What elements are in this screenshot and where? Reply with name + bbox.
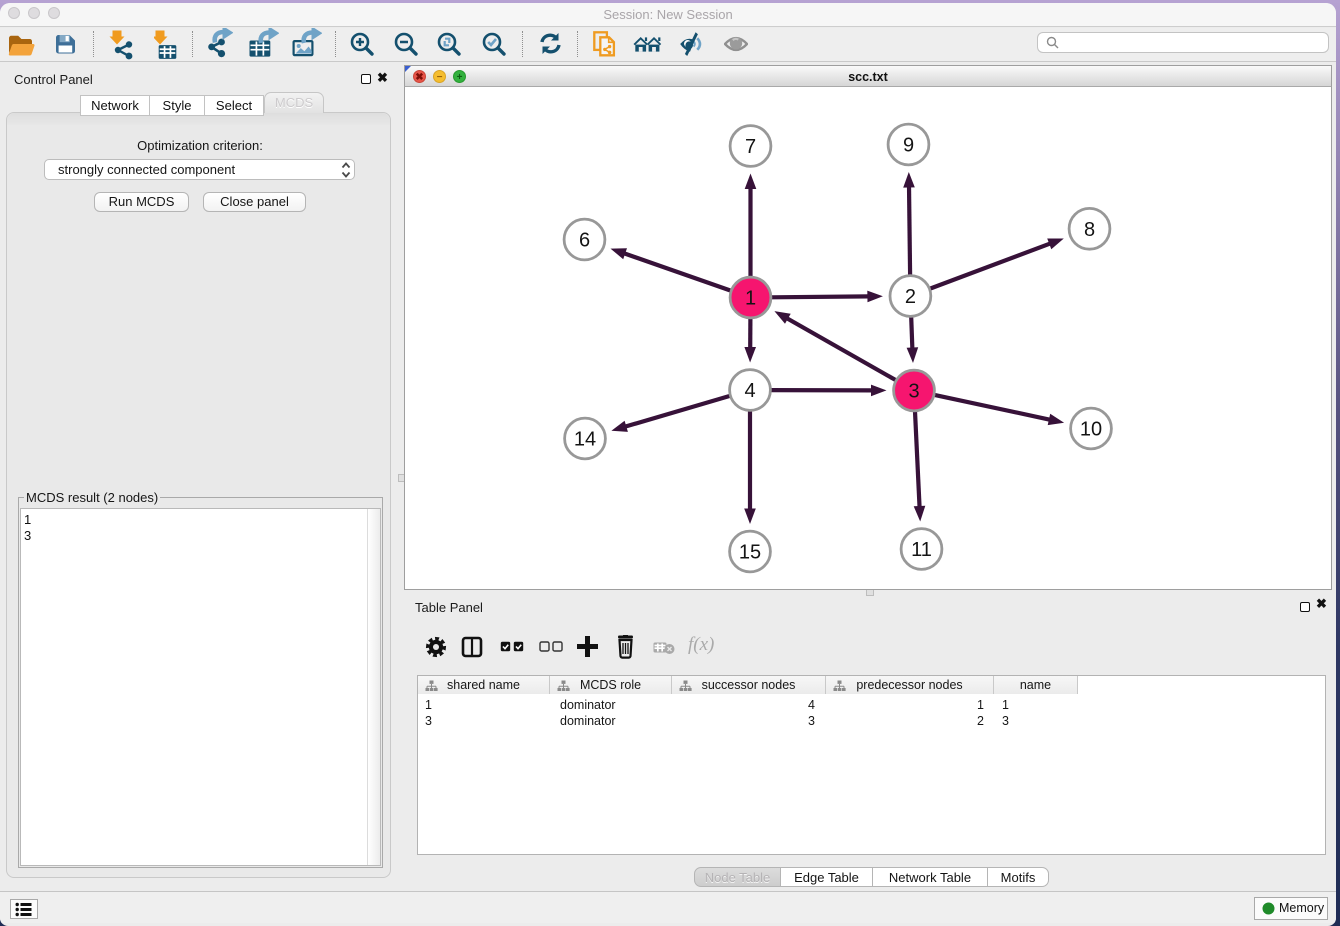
svg-text:14: 14 (574, 429, 596, 451)
svg-text:8: 8 (1084, 219, 1095, 241)
svg-text:2: 2 (905, 286, 916, 308)
svg-text:1: 1 (745, 288, 756, 310)
svg-text:11: 11 (911, 539, 932, 561)
svg-text:4: 4 (744, 380, 755, 402)
svg-text:10: 10 (1080, 419, 1102, 441)
svg-text:9: 9 (903, 135, 914, 157)
svg-text:15: 15 (739, 542, 761, 564)
svg-text:6: 6 (579, 230, 590, 252)
svg-text:7: 7 (745, 136, 756, 158)
svg-text:3: 3 (908, 381, 919, 403)
